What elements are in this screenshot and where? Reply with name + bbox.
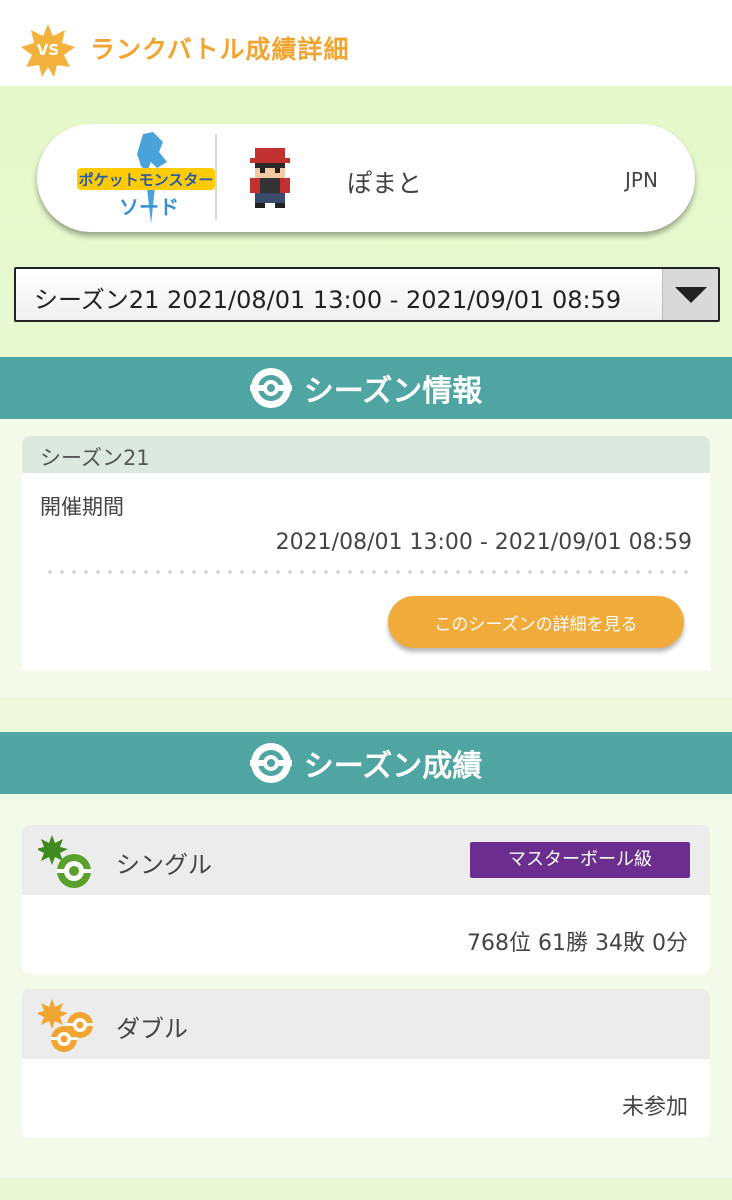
section-title: シーズン成績 (303, 749, 483, 784)
single-battle-card: シングル マスターボール級 768位 61勝 34敗 0分 (22, 825, 710, 974)
season-select[interactable]: シーズン21 2021/08/01 13:00 - 2021/09/01 08:… (14, 267, 720, 322)
double-battle-title: ダブル (116, 1015, 188, 1043)
single-battle-title: シングル (116, 851, 212, 879)
season-results-header: シーズン成績 (0, 732, 732, 794)
logo-text: ポケットモンスター (79, 171, 214, 189)
top-bar: VS ランクバトル成績詳細 (0, 0, 732, 86)
vs-badge-icon: VS (21, 24, 75, 77)
trainer-avatar-icon (250, 148, 290, 208)
double-battle-card: ダブル 未参加 (22, 989, 710, 1138)
trainer-name: ぽまと (347, 169, 423, 198)
double-battle-head: ダブル (22, 989, 710, 1059)
poke-ball-icon (249, 368, 292, 408)
dotted-divider (44, 570, 688, 574)
period-label: 開催期間 (40, 495, 124, 519)
single-battle-result: 768位 61勝 34敗 0分 (467, 931, 688, 956)
double-battle-icon (38, 999, 93, 1052)
season-info-header: シーズン情報 (0, 357, 732, 419)
poke-ball-icon (249, 743, 292, 783)
season-select-value: シーズン21 2021/08/01 13:00 - 2021/09/01 08:… (34, 286, 622, 314)
logo-subtext: ソード (119, 195, 179, 219)
season-select-toggle[interactable] (662, 269, 718, 320)
season-detail-button[interactable]: このシーズンの詳細を見る (388, 596, 684, 648)
season-name-bar: シーズン21 (22, 436, 710, 473)
trainer-country: JPN (625, 168, 658, 192)
rank-badge: マスターボール級 (470, 842, 690, 878)
double-battle-result: 未参加 (621, 1095, 688, 1120)
page-title: ランクバトル成績詳細 (90, 35, 350, 64)
pokemon-sword-logo: ポケットモンスター ソード (77, 132, 215, 224)
single-battle-icon (38, 835, 91, 888)
season-info-card: シーズン21 開催期間 2021/08/01 13:00 - 2021/09/0… (22, 436, 710, 670)
period-value: 2021/08/01 13:00 - 2021/09/01 08:59 (275, 530, 692, 555)
season-name: シーズン21 (40, 446, 150, 470)
section-title: シーズン情報 (303, 374, 483, 409)
vs-badge-label: VS (37, 41, 59, 59)
trainer-card: ポケットモンスター ソード ぽまと JPN (37, 124, 695, 232)
single-battle-head: シングル マスターボール級 (22, 825, 710, 895)
card-divider (215, 134, 217, 220)
chevron-down-icon (675, 287, 707, 303)
